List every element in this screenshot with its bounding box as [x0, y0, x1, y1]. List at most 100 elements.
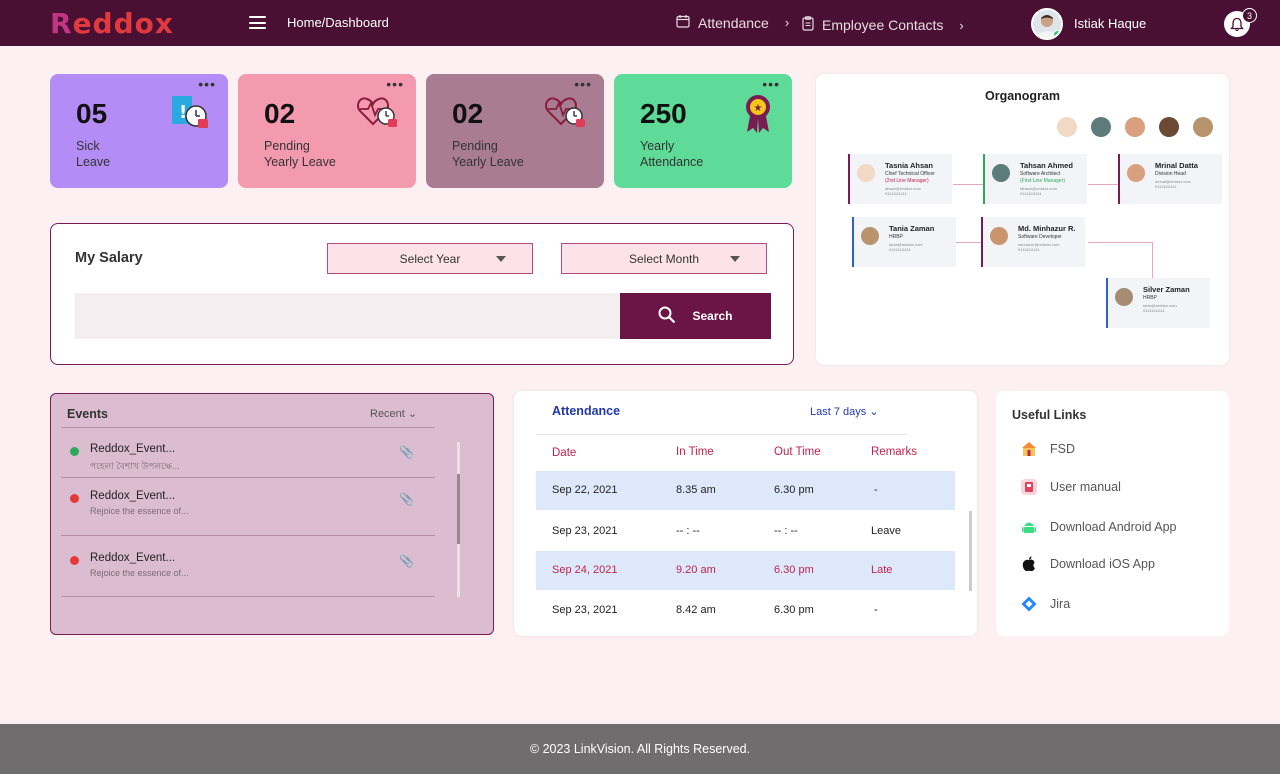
link-fsd[interactable]: FSD [1020, 440, 1075, 458]
logo[interactable]: Reddox [50, 7, 174, 40]
org-person-name: Md. Minhazur R. [1018, 224, 1076, 233]
apple-icon [1020, 555, 1038, 573]
org-person-phone: 01111111111 [889, 247, 911, 252]
attendance-scrollbar[interactable] [969, 511, 972, 591]
attachment-icon[interactable]: 📎 [399, 492, 414, 506]
link-user-manual[interactable]: User manual [1020, 478, 1121, 496]
event-title: Reddox_Event... [90, 443, 176, 455]
avatar[interactable] [1057, 117, 1077, 137]
org-person-name: Silver Zaman [1143, 285, 1190, 294]
link-label: Download Android App [1050, 520, 1177, 534]
more-options-icon[interactable]: ••• [574, 76, 592, 92]
nav-employee-contacts[interactable]: Employee Contacts › [802, 16, 964, 34]
org-card-silver[interactable]: Silver Zaman HRBP tania@reddox.com 01111… [1106, 278, 1210, 328]
breadcrumb[interactable]: Home/Dashboard [287, 15, 389, 30]
org-person-phone: 01111111111 [1020, 191, 1042, 196]
org-card-tania[interactable]: Tania Zaman HRBP tania@reddox.com 011111… [852, 217, 956, 267]
stat-card-pending-leave-2[interactable]: ••• 02 Pending Yearly Leave [426, 74, 604, 188]
avatar [992, 164, 1010, 182]
stat-card-yearly-attendance[interactable]: ••• 250 Yearly Attendance ★ [614, 74, 792, 188]
link-ios-app[interactable]: Download iOS App [1020, 555, 1155, 573]
select-year-dropdown[interactable]: Select Year [327, 243, 533, 274]
stat-label: Pending Yearly Leave [264, 139, 336, 169]
attendance-filter-dropdown[interactable]: Last 7 days ⌄ [810, 405, 879, 418]
list-item[interactable]: Reddox_Event... Rejoice the essence of..… [69, 551, 414, 587]
salary-result-field[interactable] [75, 293, 621, 339]
event-subtitle: Rejoice the essence of... [90, 506, 189, 516]
event-subtitle: Rejoice the essence of... [90, 568, 189, 578]
table-row[interactable]: Sep 23, 2021 8.42 am 6.30 pm - [536, 591, 955, 630]
cell-out-time: 6.30 pm [774, 564, 814, 576]
cell-in-time: -- : -- [676, 525, 700, 537]
fsd-icon [1020, 440, 1038, 458]
org-card-tasnia[interactable]: Tasnia Ahsan Chief Technical Officer (2n… [848, 154, 952, 204]
nav-attendance[interactable]: Attendance › [676, 14, 789, 31]
attendance-title: Attendance [552, 404, 621, 418]
table-row[interactable]: Sep 23, 2021 -- : -- -- : -- Leave [536, 512, 955, 551]
select-month-dropdown[interactable]: Select Month [561, 243, 767, 274]
attachment-icon[interactable]: 📎 [399, 445, 414, 459]
organogram-title: Organogram [984, 89, 1060, 103]
org-person-manager: (First Line Manager) [1020, 178, 1066, 184]
stat-card-pending-leave[interactable]: ••• 02 Pending Yearly Leave [238, 74, 416, 188]
jira-icon [1020, 595, 1038, 613]
organogram-panel: Organogram Tasnia Ahsan Chief Technical … [816, 74, 1229, 365]
link-label: User manual [1050, 480, 1121, 494]
events-title: Events [67, 407, 108, 421]
table-row[interactable]: Sep 22, 2021 8.35 am 6.30 pm - [536, 471, 955, 510]
more-options-icon[interactable]: ••• [762, 76, 780, 92]
top-bar: Reddox Home/Dashboard Attendance › Emplo… [0, 0, 1280, 46]
list-item[interactable]: Reddox_Event... পহেলা বৈশাখ উপলক্ষে... 📎 [69, 442, 414, 478]
avatar[interactable] [1125, 117, 1145, 137]
stat-label: Pending Yearly Leave [452, 139, 524, 169]
org-card-mrinal[interactable]: Mrinal Datta Division Head mrinal@reddox… [1118, 154, 1222, 204]
list-item[interactable]: Reddox_Event... Rejoice the essence of..… [69, 489, 414, 525]
cell-date: Sep 24, 2021 [552, 564, 618, 576]
avatar [861, 227, 879, 245]
search-button-label: Search [692, 309, 733, 323]
org-card-minhazur[interactable]: Md. Minhazur R. Software Developer minha… [981, 217, 1085, 267]
chevron-down-icon: ⌄ [869, 406, 879, 418]
avatar[interactable] [1031, 8, 1063, 40]
cell-in-time: 9.20 am [676, 564, 716, 576]
attachment-icon[interactable]: 📎 [399, 554, 414, 568]
org-person-phone: 01111111111 [885, 191, 907, 196]
cell-in-time: 8.42 am [676, 604, 716, 616]
copyright-text: © 2023 LinkVision. All Rights Reserved. [529, 742, 751, 756]
more-options-icon[interactable]: ••• [198, 76, 216, 92]
org-person-title: HRBP [889, 234, 903, 240]
column-header[interactable]: Out Time [774, 446, 821, 458]
link-android-app[interactable]: Download Android App [1020, 518, 1176, 536]
event-title: Reddox_Event... [90, 490, 176, 502]
events-scrollbar[interactable] [457, 442, 460, 597]
stat-card-sick-leave[interactable]: ••• 05 Sick Leave ! [50, 74, 228, 188]
avatar[interactable] [1193, 117, 1213, 137]
stat-label: Yearly Attendance [640, 139, 704, 169]
link-jira[interactable]: Jira [1020, 595, 1070, 613]
manual-icon [1020, 478, 1038, 496]
salary-title: My Salary [75, 250, 143, 266]
award-ribbon-icon: ★ [742, 94, 774, 139]
chevron-down-icon: ⌄ [407, 408, 418, 420]
column-header[interactable]: Date [552, 447, 576, 459]
avatar[interactable] [1091, 117, 1111, 137]
calendar-icon [676, 14, 690, 31]
notification-badge: 3 [1242, 8, 1257, 23]
org-person-name: Tasnia Ahsan [885, 161, 933, 170]
search-button[interactable]: Search [620, 293, 771, 339]
online-status-dot [1053, 30, 1061, 38]
more-options-icon[interactable]: ••• [386, 76, 404, 92]
user-name[interactable]: Istiak Haque [1074, 16, 1146, 31]
org-card-tahsan[interactable]: Tahsan Ahmed Software Architect (First L… [983, 154, 1087, 204]
org-person-name: Mrinal Datta [1155, 161, 1198, 170]
column-header[interactable]: Remarks [871, 446, 917, 458]
table-row[interactable]: Sep 24, 2021 9.20 am 6.30 pm Late [536, 551, 955, 590]
cell-date: Sep 23, 2021 [552, 604, 618, 616]
clipboard-icon [802, 16, 814, 34]
nav-employee-contacts-label: Employee Contacts [822, 17, 944, 33]
link-label: Download iOS App [1050, 557, 1155, 571]
menu-icon[interactable] [249, 16, 266, 29]
column-header[interactable]: In Time [676, 446, 714, 458]
avatar[interactable] [1159, 117, 1179, 137]
events-filter-dropdown[interactable]: Recent ⌄ [370, 407, 417, 420]
